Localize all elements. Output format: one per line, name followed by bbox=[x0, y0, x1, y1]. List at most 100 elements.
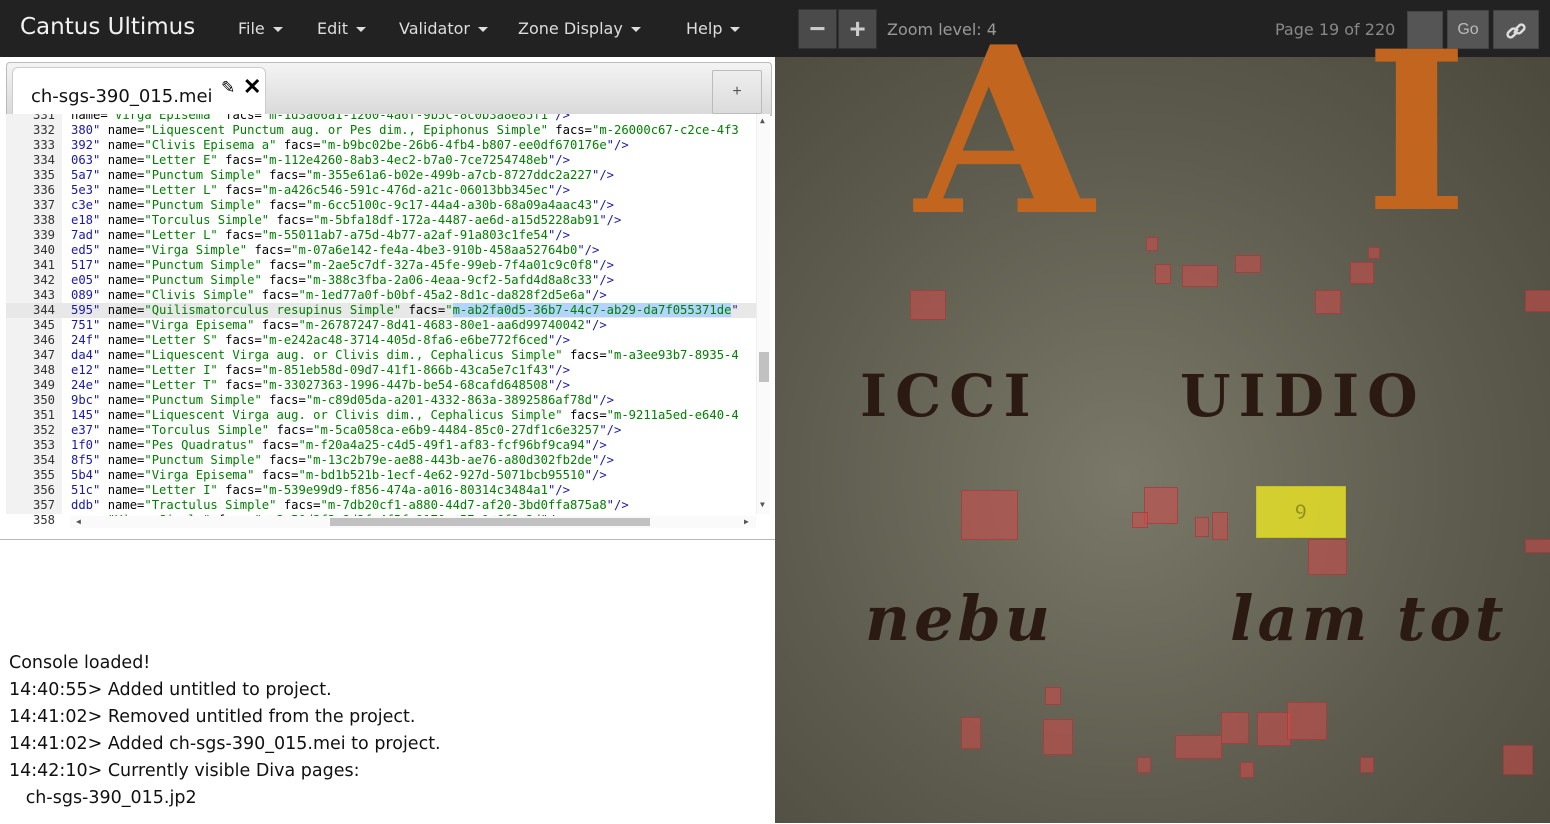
tag-end: "/> bbox=[584, 288, 607, 302]
neume-zone[interactable] bbox=[1175, 735, 1222, 759]
manuscript-page-image[interactable]: A I ICCI UIDIO nebu lam tot ꝰ bbox=[775, 0, 1550, 823]
code-line[interactable]: 336 5e3" name="Letter L" facs="m-a426c546… bbox=[6, 183, 756, 198]
caret-down-icon bbox=[355, 27, 366, 32]
code-line[interactable]: 359 bbox=[6, 528, 756, 530]
tag-end: "/> bbox=[606, 138, 629, 152]
neume-zone[interactable] bbox=[1137, 757, 1151, 773]
quote: " bbox=[313, 213, 321, 227]
menu-validator[interactable]: Validator bbox=[399, 19, 488, 38]
scroll-down-icon[interactable]: ▼ bbox=[760, 500, 765, 509]
horizontal-scrollbar[interactable]: ◀ ▶ bbox=[70, 516, 756, 528]
attr-name: facs= bbox=[276, 213, 314, 227]
quote: " bbox=[144, 363, 152, 377]
code-line[interactable]: 356 51c" name="Letter I" facs="m-539e99d9… bbox=[6, 483, 756, 498]
line-number: 338 bbox=[32, 213, 55, 227]
code-line[interactable]: 335 5a7" name="Punctum Simple" facs="m-35… bbox=[6, 168, 756, 183]
neume-zone[interactable] bbox=[1525, 539, 1550, 553]
menu-help[interactable]: Help bbox=[686, 19, 741, 38]
zoom-in-button[interactable]: + bbox=[838, 9, 877, 49]
neume-zone[interactable] bbox=[1043, 719, 1073, 755]
code-line[interactable]: 340 ed5" name="Virga Simple" facs="m-07a6… bbox=[6, 243, 756, 258]
code-line[interactable]: 342 e05" name="Punctum Simple" facs="m-38… bbox=[6, 273, 756, 288]
menu-edit-label: Edit bbox=[317, 19, 348, 38]
neume-zone[interactable] bbox=[1308, 539, 1347, 575]
code-line[interactable]: 337 c3e" name="Punctum Simple" facs="m-6c… bbox=[6, 198, 756, 213]
code-line[interactable]: 354 8f5" name="Punctum Simple" facs="m-13… bbox=[6, 453, 756, 468]
code-line[interactable]: 332 380" name="Liquescent Punctum aug. or… bbox=[6, 123, 756, 138]
attr-value: e37" bbox=[71, 423, 108, 437]
attr-name: facs= bbox=[569, 348, 607, 362]
neume-zone[interactable] bbox=[1368, 247, 1380, 259]
vertical-scrollbar[interactable]: ▲ ▼ bbox=[756, 114, 770, 514]
code-line[interactable]: 349 24e" name="Letter T" facs="m-33027363… bbox=[6, 378, 756, 393]
vertical-scroll-thumb[interactable] bbox=[759, 352, 769, 382]
neume-zone[interactable] bbox=[1235, 255, 1261, 273]
scroll-left-icon[interactable]: ◀ bbox=[76, 517, 81, 526]
menu-file[interactable]: File bbox=[238, 19, 283, 38]
zoom-out-button[interactable]: − bbox=[798, 9, 837, 49]
horizontal-scroll-thumb[interactable] bbox=[330, 518, 650, 526]
code-line[interactable]: 355 5b4" name="Virga Episema" facs="m-bd1… bbox=[6, 468, 756, 483]
tag-end: "/> bbox=[584, 438, 607, 452]
neume-zone[interactable] bbox=[1315, 290, 1341, 314]
neume-zone[interactable] bbox=[1350, 262, 1374, 284]
neume-zone[interactable] bbox=[1195, 517, 1209, 537]
app-title[interactable]: Cantus Ultimus bbox=[20, 14, 195, 40]
neume-zone[interactable] bbox=[1144, 487, 1178, 524]
name-value: Punctum Simple bbox=[151, 258, 255, 272]
attr-name: name= bbox=[107, 468, 145, 482]
neume-zone[interactable] bbox=[1525, 290, 1550, 312]
close-icon[interactable]: ✕ bbox=[243, 74, 261, 100]
code-line[interactable]: 334 063" name="Letter E" facs="m-112e4260… bbox=[6, 153, 756, 168]
neume-zone[interactable] bbox=[1182, 265, 1218, 287]
code-line[interactable]: 352 e37" name="Torculus Simple" facs="m-5… bbox=[6, 423, 756, 438]
neume-zone[interactable] bbox=[1146, 237, 1158, 251]
scroll-up-icon[interactable]: ▲ bbox=[760, 116, 765, 125]
neume-zone[interactable] bbox=[1212, 512, 1228, 540]
code-text: 089" name="Clivis Simple" facs="m-1ed77a… bbox=[71, 288, 751, 303]
neume-zone[interactable] bbox=[961, 490, 1018, 540]
quote: " bbox=[254, 273, 270, 287]
add-tab-button[interactable]: + bbox=[712, 70, 762, 114]
menu-edit[interactable]: Edit bbox=[317, 19, 366, 38]
menu-validator-label: Validator bbox=[399, 19, 470, 38]
code-line[interactable]: 338 e18" name="Torculus Simple" facs="m-5… bbox=[6, 213, 756, 228]
pencil-icon[interactable]: ✎ bbox=[221, 78, 235, 98]
code-line[interactable]: 357 ddb" name="Tractulus Simple" facs="m-… bbox=[6, 498, 756, 513]
code-line[interactable]: 331 name="Virga Episema" facs="m-1d3a06a1… bbox=[6, 114, 756, 123]
link-icon[interactable] bbox=[1493, 10, 1539, 49]
menu-zone-display[interactable]: Zone Display bbox=[518, 19, 641, 38]
code-line[interactable]: 348 e12" name="Letter I" facs="m-851eb58d… bbox=[6, 363, 756, 378]
neume-zone[interactable] bbox=[1257, 712, 1291, 746]
neume-zone[interactable] bbox=[1045, 687, 1061, 705]
scroll-right-icon[interactable]: ▶ bbox=[744, 517, 749, 526]
file-tab[interactable]: ch-sgs-390_015.mei ✎ ✕ bbox=[12, 67, 266, 116]
neume-zone[interactable] bbox=[910, 290, 946, 320]
neume-zone[interactable] bbox=[1503, 745, 1533, 775]
neume-zone[interactable] bbox=[1240, 762, 1254, 778]
code-line[interactable]: 344 595" name="Quilismatorculus resupinus… bbox=[6, 303, 756, 318]
neume-zone[interactable] bbox=[1132, 512, 1148, 528]
quote: " bbox=[144, 198, 152, 212]
attr-name: facs= bbox=[269, 198, 306, 212]
code-line[interactable]: 343 089" name="Clivis Simple" facs="m-1ed… bbox=[6, 288, 756, 303]
code-line[interactable]: 345 751" name="Virga Episema" facs="m-267… bbox=[6, 318, 756, 333]
selected-neume-zone[interactable]: ꝰ bbox=[1256, 486, 1346, 538]
neume-zone[interactable] bbox=[1221, 712, 1249, 744]
neume-zone[interactable] bbox=[1287, 702, 1327, 740]
code-line[interactable]: 339 7ad" name="Letter L" facs="m-55011ab7… bbox=[6, 228, 756, 243]
code-line[interactable]: 333 392" name="Clivis Episema a" facs="m-… bbox=[6, 138, 756, 153]
code-line[interactable]: 341 517" name="Punctum Simple" facs="m-2a… bbox=[6, 258, 756, 273]
code-line[interactable]: 350 9bc" name="Punctum Simple" facs="m-c8… bbox=[6, 393, 756, 408]
neume-zone[interactable] bbox=[1360, 757, 1374, 773]
line-number: 350 bbox=[32, 393, 55, 407]
code-editor[interactable]: 331 name="Virga Episema" facs="m-1d3a06a1… bbox=[6, 114, 770, 530]
code-line[interactable]: 346 24f" name="Letter S" facs="m-e242ac48… bbox=[6, 333, 756, 348]
code-line[interactable]: 353 1f0" name="Pes Quadratus" facs="m-f20… bbox=[6, 438, 756, 453]
code-line[interactable]: 347 da4" name="Liquescent Virga aug. or C… bbox=[6, 348, 756, 363]
quote: " bbox=[210, 153, 226, 167]
code-line[interactable]: 351 145" name="Liquescent Virga aug. or C… bbox=[6, 408, 756, 423]
neume-zone[interactable] bbox=[1155, 264, 1171, 284]
neume-zone[interactable] bbox=[961, 717, 981, 749]
editor-panel: ch-sgs-390_015.mei ✎ ✕ + 331 name="Virga … bbox=[0, 57, 776, 824]
